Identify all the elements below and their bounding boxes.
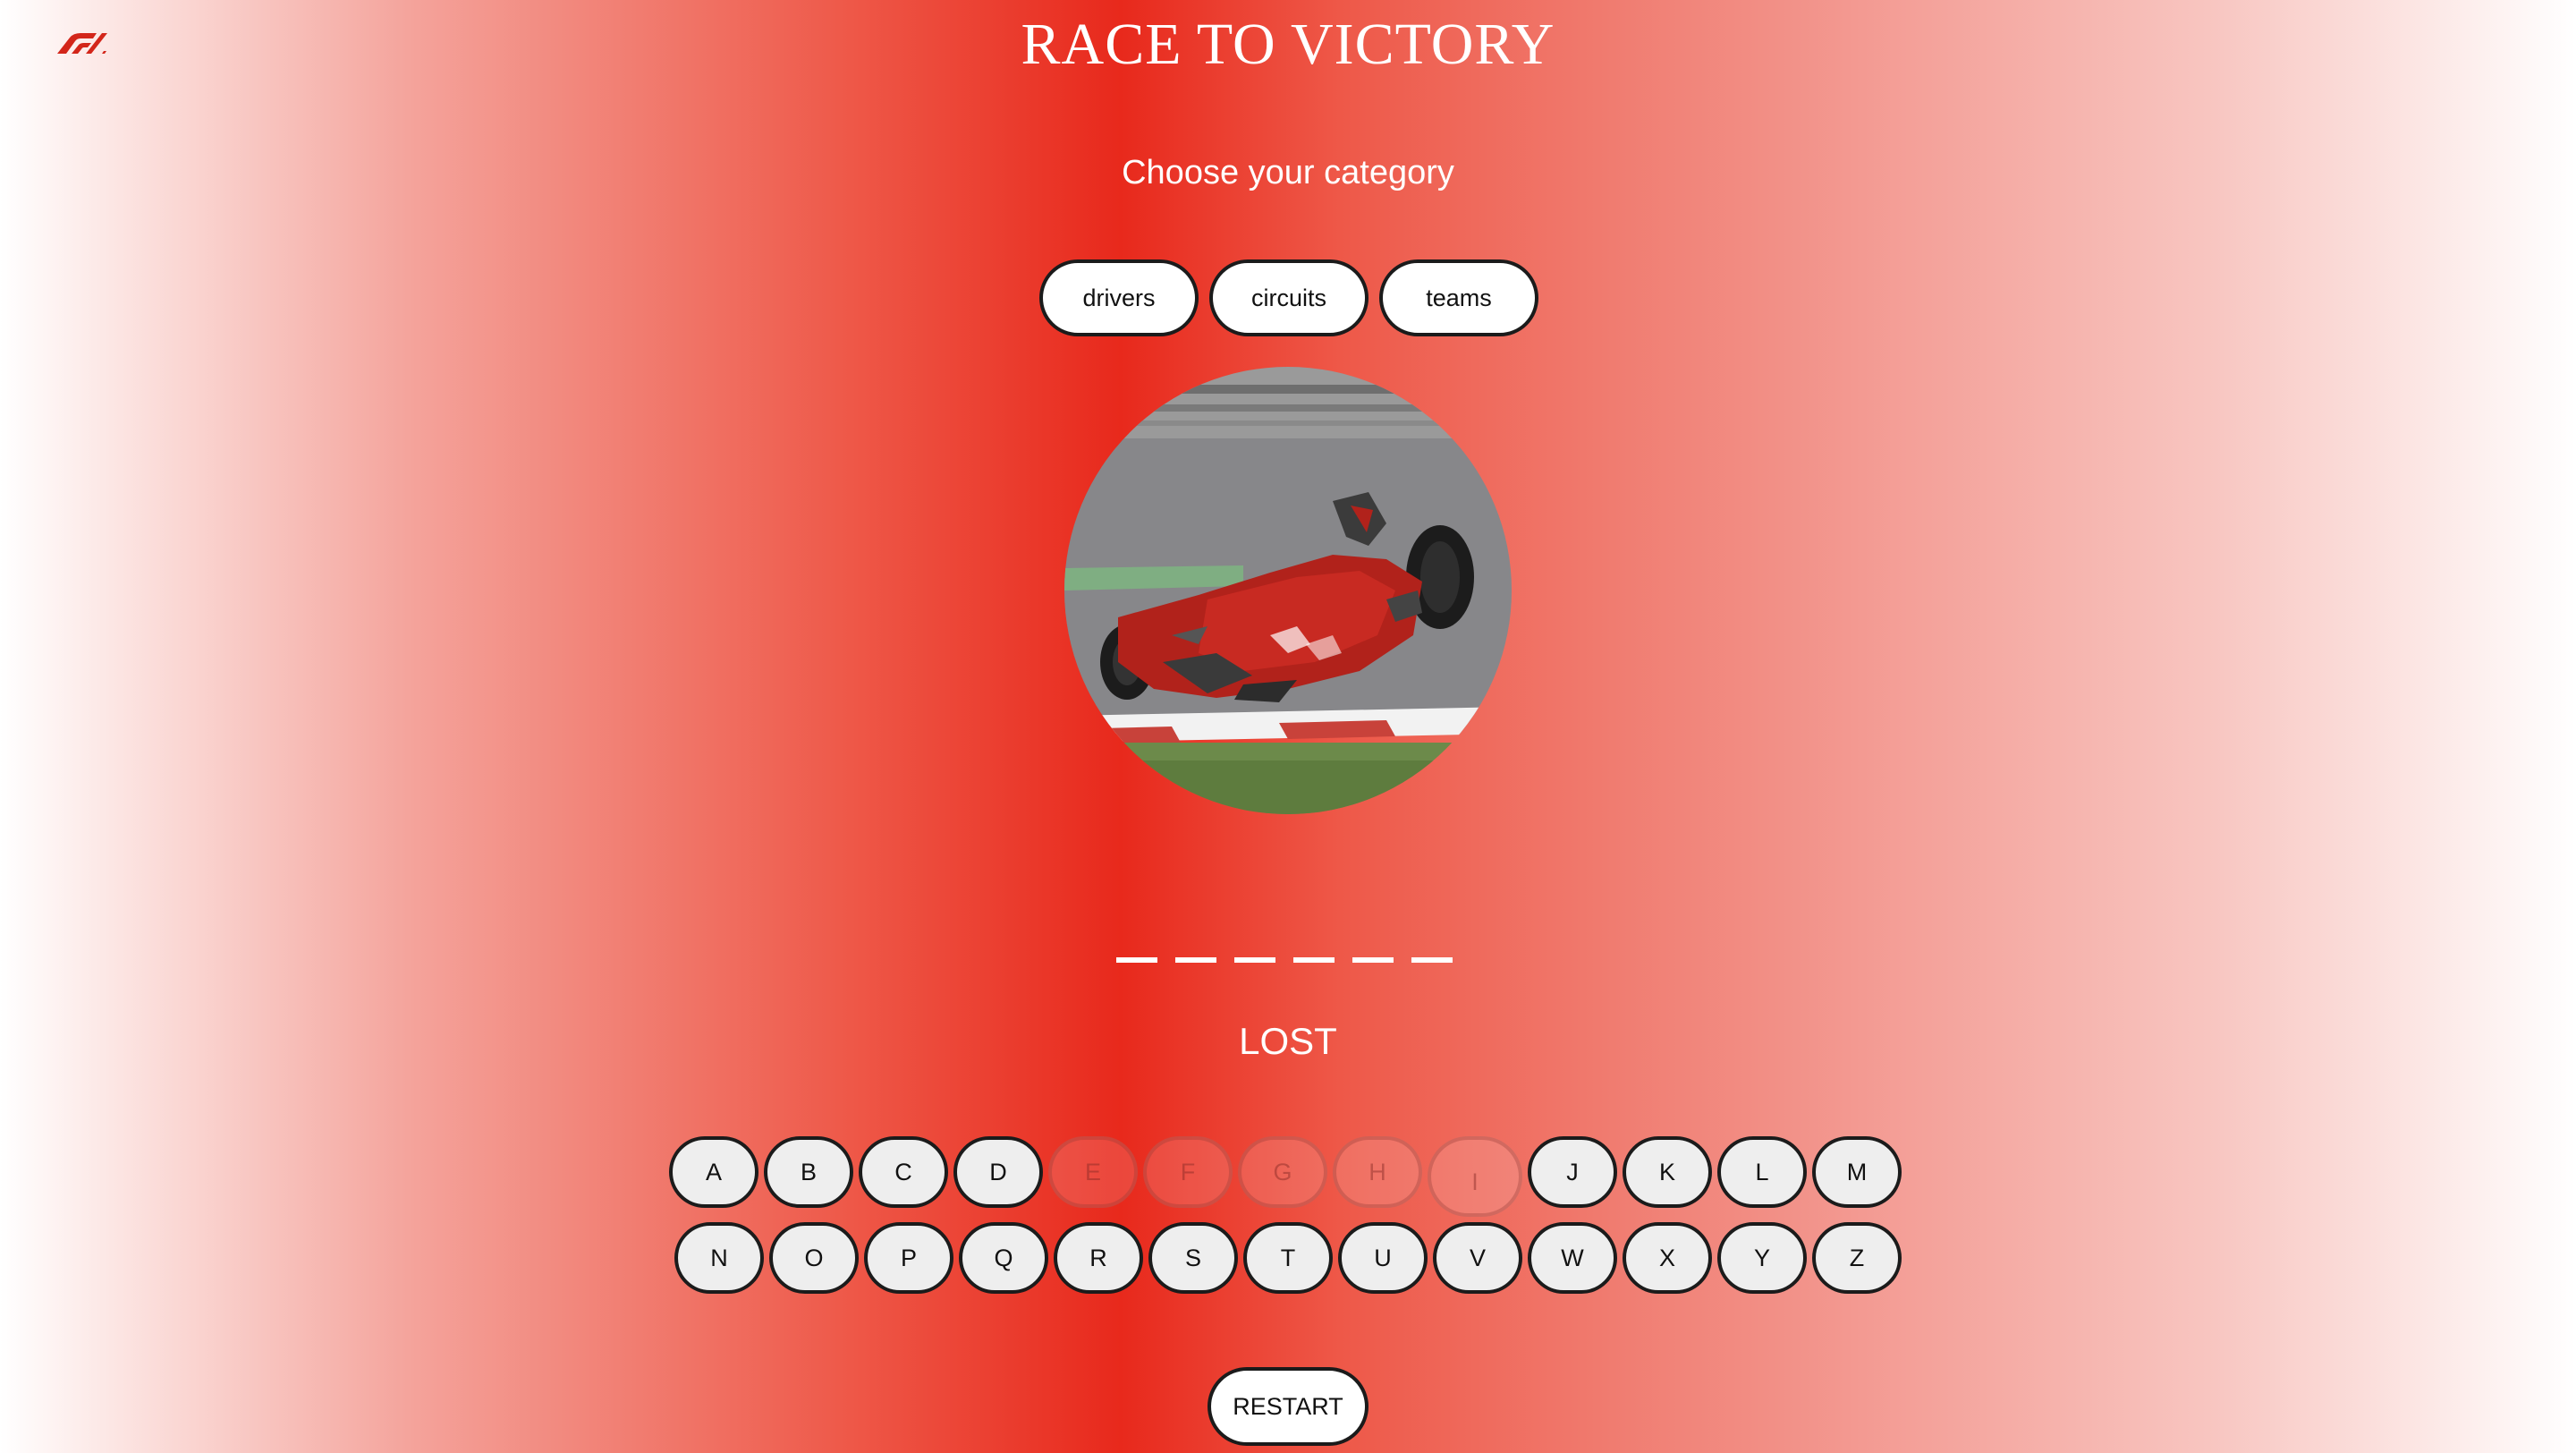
key-y[interactable]: Y <box>1717 1222 1807 1294</box>
category-drivers-button[interactable]: drivers <box>1039 259 1199 336</box>
key-s[interactable]: S <box>1148 1222 1238 1294</box>
key-n[interactable]: N <box>674 1222 764 1294</box>
key-q[interactable]: Q <box>959 1222 1048 1294</box>
key-f: F <box>1143 1136 1233 1208</box>
crashed-race-car-image <box>1064 367 1512 814</box>
letter-blank <box>1352 957 1394 963</box>
key-d[interactable]: D <box>953 1136 1043 1208</box>
game-status: LOST <box>1239 1020 1337 1062</box>
key-c[interactable]: C <box>859 1136 948 1208</box>
key-x[interactable]: X <box>1623 1222 1712 1294</box>
category-teams-button[interactable]: teams <box>1379 259 1538 336</box>
key-i-label: I <box>1471 1168 1479 1195</box>
letter-blank <box>1411 957 1453 963</box>
key-g: G <box>1238 1136 1327 1208</box>
key-r[interactable]: R <box>1054 1222 1143 1294</box>
category-heading: Choose your category <box>1122 154 1454 191</box>
key-o[interactable]: O <box>769 1222 859 1294</box>
keyboard-row-2: N O P Q R S T U V W X Y Z <box>674 1222 1907 1294</box>
letter-blank <box>1116 957 1157 963</box>
key-a[interactable]: A <box>669 1136 758 1208</box>
letter-blank <box>1293 957 1335 963</box>
letter-blank <box>1175 957 1216 963</box>
letter-blank <box>1234 957 1275 963</box>
key-t[interactable]: T <box>1243 1222 1333 1294</box>
restart-button[interactable]: RESTART <box>1208 1367 1368 1446</box>
page-title: RACE TO VICTORY <box>1021 12 1555 77</box>
key-p[interactable]: P <box>864 1222 953 1294</box>
word-blanks <box>1116 957 1453 963</box>
key-u[interactable]: U <box>1338 1222 1428 1294</box>
key-w[interactable]: W <box>1528 1222 1617 1294</box>
key-v[interactable]: V <box>1433 1222 1522 1294</box>
keyboard-row-1: A B C D E F G H I J K L M <box>669 1136 1907 1217</box>
key-i: I <box>1428 1136 1522 1217</box>
key-h: H <box>1333 1136 1422 1208</box>
key-b[interactable]: B <box>764 1136 853 1208</box>
category-buttons: drivers circuits teams <box>1039 259 1538 336</box>
key-e: E <box>1048 1136 1138 1208</box>
key-l[interactable]: L <box>1717 1136 1807 1208</box>
key-z[interactable]: Z <box>1812 1222 1902 1294</box>
key-k[interactable]: K <box>1623 1136 1712 1208</box>
key-m[interactable]: M <box>1812 1136 1902 1208</box>
category-circuits-button[interactable]: circuits <box>1209 259 1368 336</box>
key-j[interactable]: J <box>1528 1136 1617 1208</box>
